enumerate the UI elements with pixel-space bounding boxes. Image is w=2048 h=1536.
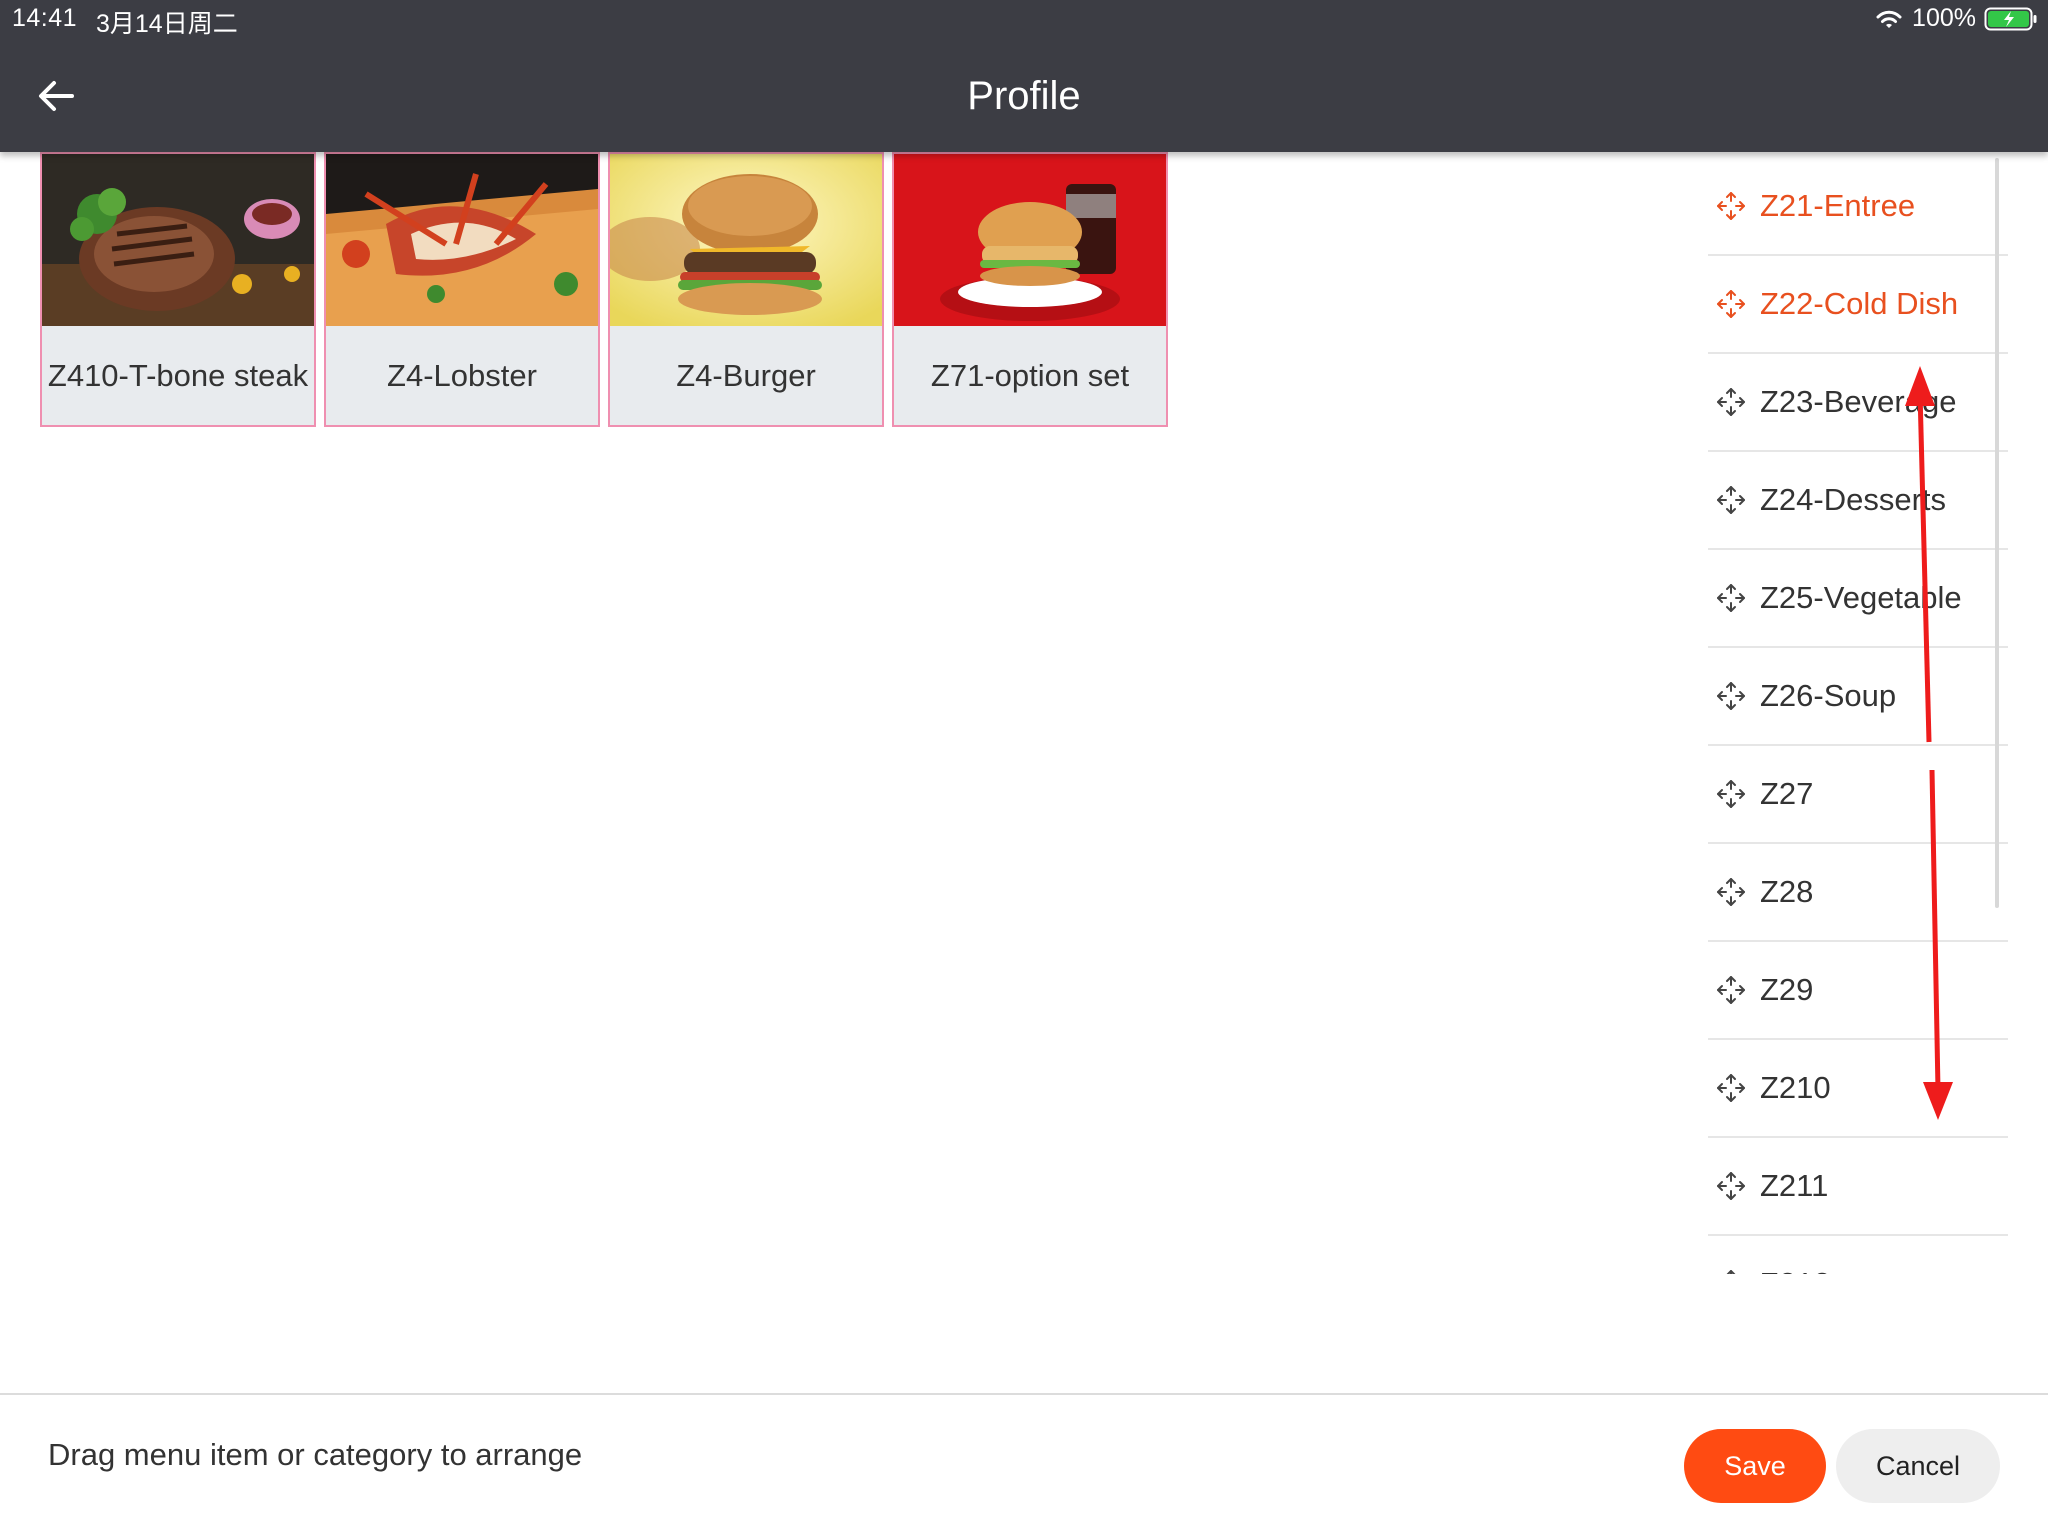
category-item[interactable]: Z21-Entree: [1708, 158, 2008, 256]
menu-item-label: Z4-Burger: [676, 357, 816, 393]
status-time: 14:41: [12, 4, 78, 32]
category-label: Z28: [1760, 874, 1814, 909]
steak-photo: [42, 154, 314, 326]
category-item[interactable]: Z210: [1708, 1040, 2008, 1138]
category-label: Z29: [1760, 972, 1814, 1007]
menu-item-label: Z410-T-bone steak: [47, 357, 309, 393]
category-label: Z24-Desserts: [1760, 482, 1947, 517]
cancel-button[interactable]: Cancel: [1836, 1429, 2000, 1503]
footer-bar: Drag menu item or category to arrange Sa…: [0, 1393, 2048, 1536]
save-button[interactable]: Save: [1684, 1429, 1826, 1503]
category-item[interactable]: Z25-Vegetable: [1708, 550, 2008, 648]
category-label: Z210: [1760, 1070, 1831, 1105]
category-item[interactable]: Z29: [1708, 942, 2008, 1040]
move-icon[interactable]: [1714, 1169, 1748, 1203]
menu-item-card[interactable]: Z71-option set: [892, 152, 1168, 427]
move-icon[interactable]: [1714, 973, 1748, 1007]
move-icon[interactable]: [1714, 875, 1748, 909]
menu-item-label: Z4-Lobster: [387, 357, 537, 393]
category-item[interactable]: Z22-Cold Dish: [1708, 256, 2008, 354]
menu-item-card[interactable]: Z410-T-bone steak: [40, 152, 316, 427]
battery-charging-icon: [1984, 7, 2037, 30]
category-list[interactable]: Z21-Entree Z22-Cold Dish Z23-Beverage Z2…: [1708, 158, 2008, 1274]
battery-percent: 100%: [1912, 4, 1976, 32]
category-label: Z27: [1760, 776, 1814, 811]
category-item[interactable]: Z24-Desserts: [1708, 452, 2008, 550]
move-icon[interactable]: [1714, 1071, 1748, 1105]
category-label: Z23-Beverage: [1760, 384, 1957, 419]
move-icon[interactable]: [1714, 385, 1748, 419]
move-icon[interactable]: [1714, 679, 1748, 713]
category-item[interactable]: Z23-Beverage: [1708, 354, 2008, 452]
category-label: Z21-Entree: [1760, 188, 1916, 223]
move-icon[interactable]: [1714, 483, 1748, 517]
menu-item-label: Z71-option set: [930, 357, 1130, 393]
menu-item-card[interactable]: Z4-Lobster: [324, 152, 600, 427]
category-label: Z211: [1760, 1168, 1829, 1203]
move-icon[interactable]: [1714, 189, 1748, 223]
category-list-scrollbar[interactable]: [1995, 158, 1999, 908]
category-item[interactable]: Z28: [1708, 844, 2008, 942]
page-title: Profile: [967, 74, 1081, 118]
status-date: 3月14日周二: [96, 10, 238, 38]
category-item[interactable]: Z27: [1708, 746, 2008, 844]
category-label: Z26-Soup: [1760, 678, 1897, 713]
menu-item-card[interactable]: Z4-Burger: [608, 152, 884, 427]
category-label: Z212: [1760, 1266, 1831, 1274]
move-icon[interactable]: [1714, 777, 1748, 811]
burger-photo: [610, 154, 882, 326]
category-label: Z22-Cold Dish: [1760, 286, 1959, 321]
category-item[interactable]: Z26-Soup: [1708, 648, 2008, 746]
burger-cola-photo: [894, 154, 1166, 326]
move-icon[interactable]: [1714, 287, 1748, 321]
lobster-photo: [326, 154, 598, 326]
move-icon[interactable]: [1714, 1267, 1748, 1274]
wifi-icon: [1876, 10, 1902, 28]
move-icon[interactable]: [1714, 581, 1748, 615]
category-label: Z25-Vegetable: [1760, 580, 1962, 615]
category-item[interactable]: Z211: [1708, 1138, 2008, 1236]
category-item[interactable]: Z212: [1708, 1236, 2008, 1274]
status-indicators: 100%: [1874, 4, 2038, 33]
top-bar: 14:41 3月14日周二 100% Profile: [0, 0, 2048, 152]
arrange-hint: Drag menu item or category to arrange: [48, 1437, 583, 1472]
